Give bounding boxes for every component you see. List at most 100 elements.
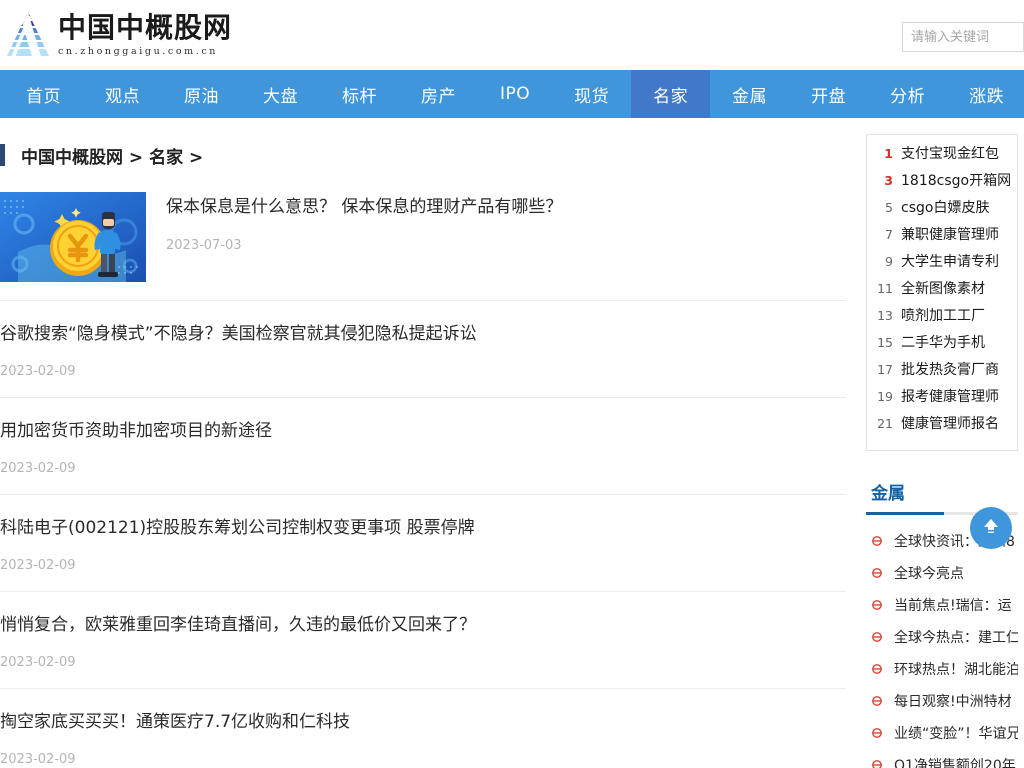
breadcrumb-accent-bar xyxy=(0,144,5,166)
article-title[interactable]: 悄悄复合，欧莱雅重回李佳琦直播间，久违的最低价又回来了？ xyxy=(0,614,846,637)
rank-number: 13 xyxy=(877,308,893,323)
article-title[interactable]: 谷歌搜索“隐身模式”不隐身？美国检察官就其侵犯隐私提起诉讼 xyxy=(0,323,846,346)
red-ring-icon xyxy=(870,758,884,768)
rank-item[interactable]: 9 大学生申请专利 xyxy=(867,251,1017,278)
metal-item-label[interactable]: Q1净销售额创20年 xyxy=(894,755,1016,768)
nav-item-9[interactable]: 金属 xyxy=(710,70,789,118)
rank-number: 3 xyxy=(884,173,893,188)
rank-label[interactable]: 喷剂加工工厂 xyxy=(901,305,985,325)
breadcrumb-text: 中国中概股网 > 名家 > xyxy=(21,147,204,168)
featured-thumbnail[interactable] xyxy=(0,192,146,282)
red-ring-icon xyxy=(870,694,884,708)
rank-number: 17 xyxy=(877,362,893,377)
rank-label[interactable]: csgo白嫖皮肤 xyxy=(901,197,989,217)
metal-list-item[interactable]: Q1净销售额创20年 xyxy=(866,749,1018,768)
metal-item-label[interactable]: 业绩“变脸”！华谊兄 xyxy=(894,723,1018,743)
nav-item-4[interactable]: 标杆 xyxy=(320,70,399,118)
featured-title[interactable]: 保本保息是什么意思？ 保本保息的理财产品有哪些？ xyxy=(166,196,562,220)
rank-item[interactable]: 11 全新图像素材 xyxy=(867,278,1017,305)
featured-article[interactable]: 保本保息是什么意思？ 保本保息的理财产品有哪些？ 2023-07-03 xyxy=(0,176,846,301)
rank-number: 11 xyxy=(877,281,893,296)
metal-list-item[interactable]: 每日观察!中洲特材 xyxy=(866,685,1018,717)
red-ring-icon xyxy=(870,630,884,644)
rank-label[interactable]: 二手华为手机 xyxy=(901,332,985,352)
nav-item-10[interactable]: 开盘 xyxy=(789,70,868,118)
article-row[interactable]: 谷歌搜索“隐身模式”不隐身？美国检察官就其侵犯隐私提起诉讼 2023-02-09 xyxy=(0,301,846,398)
article-title[interactable]: 用加密货币资助非加密项目的新途径 xyxy=(0,420,846,443)
metal-news-list: 全球快资讯：兰州8 全球今亮点 当前焦点!瑞信：运 全球今热点：建工仁 环球热点… xyxy=(866,515,1018,768)
page-body: 中国中概股网 > 名家 > 保本保息是什么意思？ 保本保息的理财产品有哪些？ 2… xyxy=(0,118,1024,768)
rank-label[interactable]: 健康管理师报名 xyxy=(901,413,999,433)
rank-label[interactable]: 报考健康管理师 xyxy=(901,386,999,406)
sidebar: 1 支付宝现金红包 3 1818csgo开箱网 5 csgo白嫖皮肤 7 兼职健… xyxy=(866,118,1024,768)
rank-number: 5 xyxy=(885,200,893,215)
rank-label[interactable]: 批发热灸膏厂商 xyxy=(901,359,999,379)
nav-item-11[interactable]: 分析 xyxy=(868,70,947,118)
rank-number: 7 xyxy=(885,227,893,242)
metal-item-label[interactable]: 环球热点！湖北能泊 xyxy=(894,659,1018,679)
article-date: 2023-02-09 xyxy=(0,460,76,476)
arrow-up-icon xyxy=(980,515,1002,542)
breadcrumb: 中国中概股网 > 名家 > xyxy=(0,134,866,176)
site-header: 中国中概股网 cn.zhonggaigu.com.cn xyxy=(0,0,1024,70)
nav-item-1[interactable]: 观点 xyxy=(83,70,162,118)
rank-item[interactable]: 19 报考健康管理师 xyxy=(867,386,1017,413)
rank-item[interactable]: 1 支付宝现金红包 xyxy=(867,143,1017,170)
hot-keywords-panel: 1 支付宝现金红包 3 1818csgo开箱网 5 csgo白嫖皮肤 7 兼职健… xyxy=(866,134,1018,451)
rank-item[interactable]: 21 健康管理师报名 xyxy=(867,413,1017,440)
metal-list-item[interactable]: 业绩“变脸”！华谊兄 xyxy=(866,717,1018,749)
article-row[interactable]: 悄悄复合，欧莱雅重回李佳琦直播间，久违的最低价又回来了？ 2023-02-09 xyxy=(0,592,846,689)
back-to-top-button[interactable] xyxy=(970,507,1012,549)
article-row[interactable]: 掏空家底买买买！通策医疗7.7亿收购和仁科技 2023-02-09 xyxy=(0,689,846,768)
rank-item[interactable]: 13 喷剂加工工厂 xyxy=(867,305,1017,332)
nav-item-12[interactable]: 涨跌 xyxy=(947,70,1024,118)
nav-item-7[interactable]: 现货 xyxy=(552,70,631,118)
featured-body: 保本保息是什么意思？ 保本保息的理财产品有哪些？ 2023-07-03 xyxy=(146,192,562,282)
main-nav: 首页 观点 原油 大盘 标杆 房产 IPO 现货 名家 金属 开盘 分析 涨跌 xyxy=(0,70,1024,118)
article-title[interactable]: 掏空家底买买买！通策医疗7.7亿收购和仁科技 xyxy=(0,711,846,734)
red-ring-icon xyxy=(870,534,884,548)
logo-domain: cn.zhonggaigu.com.cn xyxy=(58,45,219,57)
metal-item-label[interactable]: 当前焦点!瑞信：运 xyxy=(894,595,1012,615)
nav-item-2[interactable]: 原油 xyxy=(162,70,241,118)
metal-list-item[interactable]: 环球热点！湖北能泊 xyxy=(866,653,1018,685)
red-ring-icon xyxy=(870,598,884,612)
article-row[interactable]: 用加密货币资助非加密项目的新途径 2023-02-09 xyxy=(0,398,846,495)
article-date: 2023-02-09 xyxy=(0,557,76,573)
rank-number: 1 xyxy=(884,146,893,161)
nav-item-5[interactable]: 房产 xyxy=(399,70,478,118)
red-ring-icon xyxy=(870,566,884,580)
nav-item-6[interactable]: IPO xyxy=(478,70,552,118)
article-row[interactable]: 科陆电子(002121)控股股东筹划公司控制权变更事项 股票停牌 2023-02… xyxy=(0,495,846,592)
nav-item-0[interactable]: 首页 xyxy=(4,70,83,118)
rank-item[interactable]: 7 兼职健康管理师 xyxy=(867,224,1017,251)
metal-list-item[interactable]: 全球今亮点 xyxy=(866,557,1018,589)
rank-label[interactable]: 兼职健康管理师 xyxy=(901,224,999,244)
rank-label[interactable]: 大学生申请专利 xyxy=(901,251,999,271)
search-input[interactable] xyxy=(903,23,1023,51)
red-ring-icon xyxy=(870,662,884,676)
red-ring-icon xyxy=(870,726,884,740)
article-date: 2023-02-09 xyxy=(0,654,76,670)
article-title[interactable]: 科陆电子(002121)控股股东筹划公司控制权变更事项 股票停牌 xyxy=(0,517,846,540)
metal-item-label[interactable]: 全球今热点：建工仁 xyxy=(894,627,1018,647)
main-column: 中国中概股网 > 名家 > 保本保息是什么意思？ 保本保息的理财产品有哪些？ 2… xyxy=(0,118,866,768)
nav-item-8[interactable]: 名家 xyxy=(631,70,711,118)
rank-label[interactable]: 支付宝现金红包 xyxy=(901,143,999,163)
metal-item-label[interactable]: 每日观察!中洲特材 xyxy=(894,691,1012,711)
logo-title: 中国中概股网 xyxy=(58,11,233,45)
rank-item[interactable]: 3 1818csgo开箱网 xyxy=(867,170,1017,197)
rank-label[interactable]: 1818csgo开箱网 xyxy=(901,170,1011,190)
rank-item[interactable]: 17 批发热灸膏厂商 xyxy=(867,359,1017,386)
nav-item-3[interactable]: 大盘 xyxy=(241,70,320,118)
rank-item[interactable]: 5 csgo白嫖皮肤 xyxy=(867,197,1017,224)
metal-list-item[interactable]: 当前焦点!瑞信：运 xyxy=(866,589,1018,621)
metal-list-item[interactable]: 全球今热点：建工仁 xyxy=(866,621,1018,653)
rank-label[interactable]: 全新图像素材 xyxy=(901,278,985,298)
site-logo[interactable]: 中国中概股网 cn.zhonggaigu.com.cn xyxy=(0,10,232,60)
rank-item[interactable]: 15 二手华为手机 xyxy=(867,332,1017,359)
rank-number: 9 xyxy=(885,254,893,269)
rank-number: 21 xyxy=(877,416,893,431)
search-box[interactable] xyxy=(902,22,1024,52)
metal-item-label[interactable]: 全球今亮点 xyxy=(894,563,964,583)
